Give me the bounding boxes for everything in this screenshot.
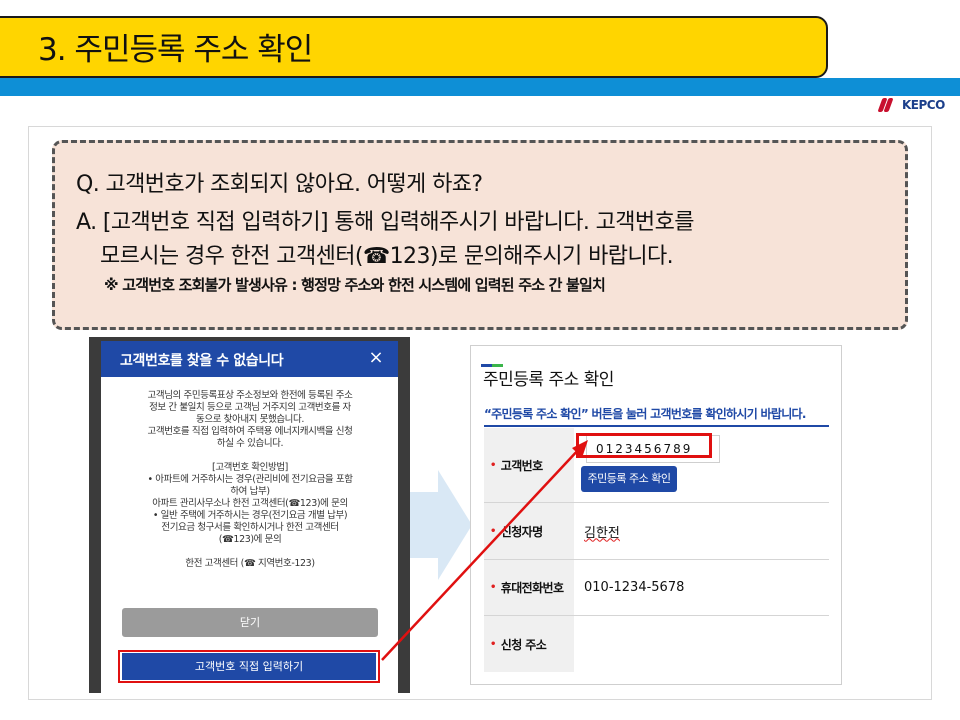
flow-arrow-icon <box>404 470 472 580</box>
bullet-icon: • <box>490 525 496 537</box>
kepco-logo-text: KEPCO <box>902 98 945 112</box>
popup-body-line: • 일반 주택에 거주하시는 경우(전기요금 개별 납부) <box>152 510 348 521</box>
popup-body-line <box>112 450 388 462</box>
kepco-logo: KEPCO <box>877 96 945 114</box>
bullet-icon: • <box>490 582 496 593</box>
popup-body-line: (☎123)에 문의 <box>218 534 282 545</box>
bullet-icon: • <box>490 638 496 650</box>
form-row-phone: • 휴대전화번호 010-1234-5678 <box>484 560 829 616</box>
customer-number-highlight <box>576 433 712 458</box>
form-divider <box>484 425 829 427</box>
address-value[interactable] <box>574 616 829 672</box>
form-description: “주민등록 주소 확인” 버튼을 눌러 고객번호를 확인하시기 바랍니다. <box>484 407 806 421</box>
close-button[interactable]: 닫기 <box>122 608 378 637</box>
close-icon[interactable]: × <box>366 346 386 370</box>
direct-input-button[interactable]: 고객번호 직접 입력하기 <box>122 653 376 680</box>
page-title: 3. 주민등록 주소 확인 <box>38 32 313 68</box>
address-confirm-button[interactable]: 주민등록 주소 확인 <box>581 466 677 492</box>
form-row-applicant: • 신청자명 김한전 <box>484 503 829 560</box>
slide: 3. 주민등록 주소 확인 KEPCO Q. 고객번호가 조회되지 않아요. 어… <box>0 0 960 720</box>
popup-body-line <box>112 546 388 558</box>
faq-question: Q. 고객번호가 조회되지 않아요. 어떻게 하죠? <box>76 172 483 197</box>
popup-body-line: 정보 간 불일치 등으로 고객님 거주지의 고객번호를 자 <box>149 402 351 413</box>
bullet-icon: • <box>490 459 496 471</box>
address-label: • 신청 주소 <box>484 616 574 672</box>
form-table: • 고객번호 • 신청자명 김한전 • 휴대전화번호 010-1234-5678 • 신… <box>484 428 829 672</box>
faq-note: ※ 고객번호 조회불가 발생사유 : 행정망 주소와 한전 시스템에 입력된 주… <box>104 276 606 294</box>
popup-body-line: 동으로 찾아내지 못했습니다. <box>196 414 304 425</box>
popup-body-line: 고객님의 주민등록표상 주소정보와 한전에 등록된 주소 <box>147 390 353 401</box>
popup-title: 고객번호를 찾을 수 없습니다 <box>120 353 284 369</box>
form-row-address: • 신청 주소 <box>484 616 829 672</box>
applicant-label: • 신청자명 <box>484 503 574 559</box>
form-title: 주민등록 주소 확인 <box>483 370 614 390</box>
faq-answer-line1: A. [고객번호 직접 입력하기] 통해 입력해주시기 바랍니다. 고객번호를 <box>76 210 694 235</box>
kepco-logo-mark <box>877 98 902 112</box>
phone-value: 010-1234-5678 <box>584 580 685 595</box>
popup-body-line: 한전 고객센터 (☎ 지역번호-123) <box>185 558 315 569</box>
popup-body-line: 고객번호를 직접 입력하여 주택용 에너지캐시백을 신청 <box>147 426 353 437</box>
customer-number-label: • 고객번호 <box>484 428 574 502</box>
popup-body: 고객님의 주민등록표상 주소정보와 한전에 등록된 주소 정보 간 불일치 등으로… <box>112 390 388 570</box>
popup-body-line: 전기요금 청구서를 확인하시거나 한전 고객센터 <box>161 522 339 533</box>
faq-answer-line2: 모르시는 경우 한전 고객센터(☎123)로 문의해주시기 바랍니다. <box>100 244 674 269</box>
popup-body-line: 아파트 관리사무소나 한전 고객센터(☎123)에 문의 <box>152 498 348 509</box>
popup-body-line: [고객번호 확인방법] <box>212 462 288 473</box>
phone-label: • 휴대전화번호 <box>484 560 574 615</box>
applicant-value: 김한전 <box>584 525 620 541</box>
popup-body-line: 하여 납부) <box>230 486 270 497</box>
title-accent <box>481 352 503 367</box>
popup-body-line: 하실 수 있습니다. <box>216 438 284 449</box>
popup-body-line: • 아파트에 거주하시는 경우(관리비에 전기요금을 포함 <box>147 474 353 485</box>
